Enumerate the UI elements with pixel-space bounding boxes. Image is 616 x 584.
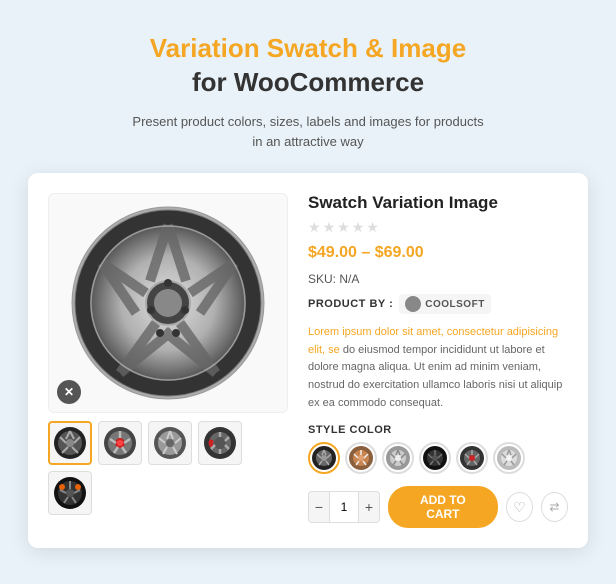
product-price: $49.00 – $69.00 — [308, 244, 568, 262]
sku-row: SKU: N/A — [308, 272, 568, 286]
style-color-label: STYLE COLOR — [308, 424, 568, 436]
thumbnail-3[interactable] — [148, 421, 192, 465]
product-description: Lorem ipsum dolor sit amet, consectetur … — [308, 324, 568, 412]
thumbnail-list — [48, 421, 288, 515]
quantity-minus-button[interactable]: − — [309, 492, 329, 522]
swatch-5[interactable] — [456, 442, 488, 474]
brand-name: COOLSOFT — [425, 299, 485, 310]
brand-icon — [405, 296, 421, 312]
star-3: ★ — [337, 219, 350, 236]
star-2: ★ — [323, 219, 336, 236]
swatch-2[interactable] — [345, 442, 377, 474]
thumbnail-4[interactable] — [198, 421, 242, 465]
main-image-container: ✕ — [48, 193, 288, 413]
product-by-label: PRODUCT BY : — [308, 298, 393, 310]
style-color-section: STYLE COLOR — [308, 424, 568, 474]
header-subtitle: Present product colors, sizes, labels an… — [132, 112, 483, 154]
product-image-section: ✕ — [48, 193, 288, 528]
swatch-4[interactable] — [419, 442, 451, 474]
sku-label: SKU: — [308, 272, 336, 286]
title-line1: Variation Swatch & Image — [132, 32, 483, 66]
star-4: ★ — [352, 219, 365, 236]
add-to-cart-button[interactable]: Add To Cart — [388, 486, 498, 528]
thumbnail-1[interactable] — [48, 421, 92, 465]
main-wheel-svg — [68, 203, 268, 403]
quantity-input[interactable] — [329, 492, 359, 522]
quantity-plus-button[interactable]: + — [359, 492, 379, 522]
sku-value: N/A — [339, 272, 359, 286]
compare-button[interactable]: ⇄ — [541, 492, 568, 522]
product-by-row: PRODUCT BY : COOLSOFT — [308, 294, 568, 314]
product-title: Swatch Variation Image — [308, 193, 568, 213]
star-1: ★ — [308, 219, 321, 236]
swatch-3[interactable] — [382, 442, 414, 474]
quantity-control: − + — [308, 491, 380, 523]
add-to-cart-row: − + Add To Cart ♡ ⇄ — [308, 486, 568, 528]
thumbnail-2[interactable] — [98, 421, 142, 465]
thumbnail-5[interactable] — [48, 471, 92, 515]
header-section: Variation Swatch & Image for WooCommerce… — [92, 0, 523, 173]
swatch-6[interactable] — [493, 442, 525, 474]
wishlist-button[interactable]: ♡ — [506, 492, 533, 522]
swatch-list — [308, 442, 568, 474]
star-5: ★ — [366, 219, 379, 236]
product-card: ✕ — [28, 173, 588, 548]
swatch-1[interactable] — [308, 442, 340, 474]
title-line2: for WooCommerce — [132, 66, 483, 100]
star-rating: ★ ★ ★ ★ ★ — [308, 219, 568, 236]
product-details: Swatch Variation Image ★ ★ ★ ★ ★ $49.00 … — [308, 193, 568, 528]
remove-image-button[interactable]: ✕ — [57, 380, 81, 404]
brand-badge: COOLSOFT — [399, 294, 491, 314]
